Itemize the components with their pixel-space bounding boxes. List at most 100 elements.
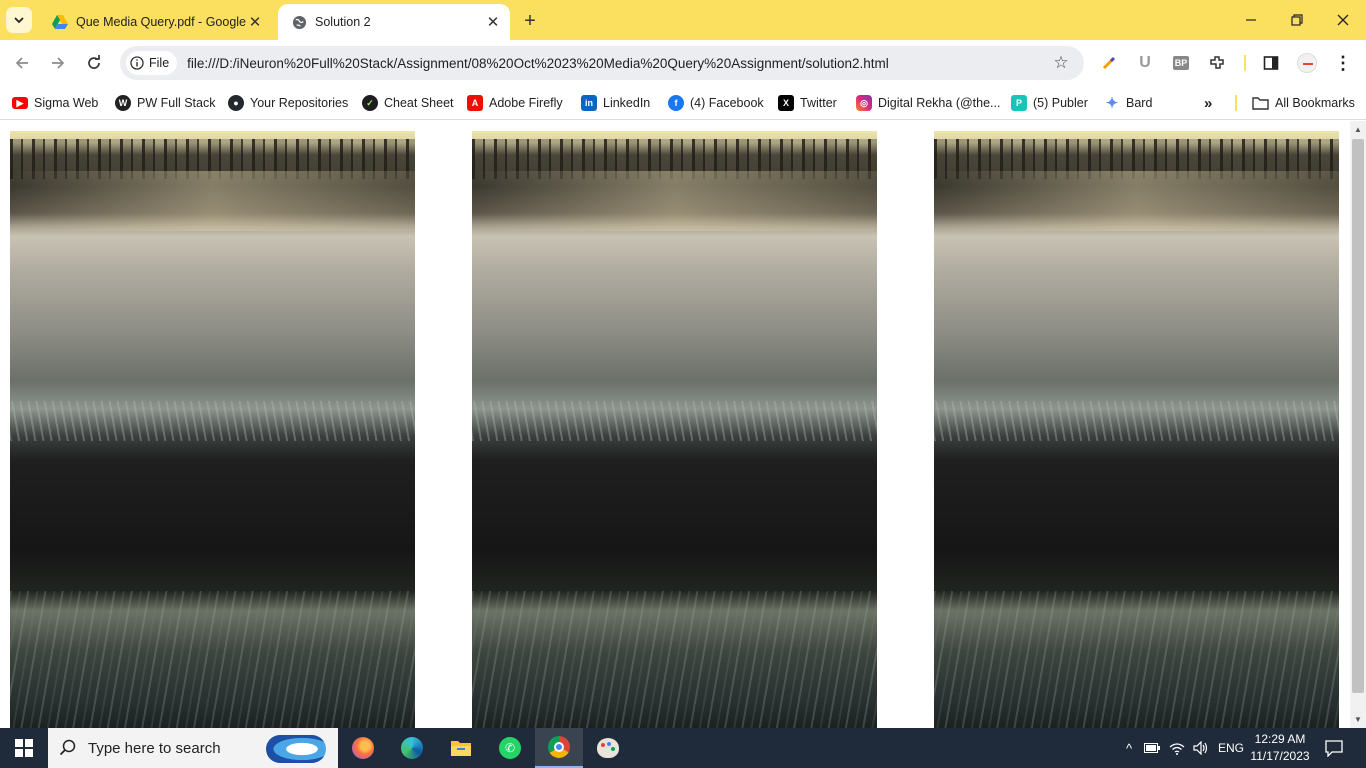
scroll-up-arrow-icon[interactable]: ▲ xyxy=(1350,121,1366,138)
volume-icon[interactable] xyxy=(1190,728,1212,768)
search-placeholder: Type here to search xyxy=(88,739,221,757)
taskbar-search-input[interactable]: Type here to search xyxy=(48,728,338,768)
bookmark-label: Twitter xyxy=(800,96,837,110)
bookmark-pw-full-stack[interactable]: W PW Full Stack xyxy=(115,92,216,114)
vertical-scrollbar[interactable]: ▲ ▼ xyxy=(1350,121,1366,728)
restore-icon xyxy=(1291,14,1303,26)
browser-toolbar: File file:///D:/iNeuron%20Full%20Stack/A… xyxy=(0,40,1366,86)
linkedin-icon: in xyxy=(581,95,597,111)
close-icon xyxy=(1337,14,1349,26)
whatsapp-icon[interactable]: ✆ xyxy=(486,728,534,768)
x-icon: X xyxy=(778,95,794,111)
chevron-down-icon xyxy=(14,17,24,24)
profile-avatar[interactable] xyxy=(1296,52,1318,74)
bookmark-label: (4) Facebook xyxy=(690,96,764,110)
restore-button[interactable] xyxy=(1274,0,1320,40)
bard-icon: ✦ xyxy=(1105,95,1119,112)
file-explorer-icon[interactable] xyxy=(437,728,485,768)
reload-button[interactable] xyxy=(80,49,108,77)
bookmark-adobe-firefly[interactable]: A Adobe Firefly xyxy=(467,92,563,114)
windows-taskbar: Type here to search ✆ ^ ENG 12:29 AM 11/… xyxy=(0,728,1366,768)
bookmark-cheat-sheet[interactable]: ✓ Cheat Sheet xyxy=(362,92,454,114)
wifi-icon[interactable] xyxy=(1166,728,1188,768)
bookmark-sigma-web[interactable]: ▶ Sigma Web xyxy=(12,92,98,114)
all-bookmarks-button[interactable]: All Bookmarks xyxy=(1252,92,1355,114)
bookmark-star-icon[interactable]: ☆ xyxy=(1046,53,1076,73)
tab-que-media-query[interactable]: Que Media Query.pdf - Google ✕ xyxy=(38,4,272,40)
publer-icon: P xyxy=(1011,95,1027,111)
frosty-field-image-1 xyxy=(10,131,415,728)
cheat-sheet-icon: ✓ xyxy=(362,95,378,111)
new-tab-button[interactable]: + xyxy=(518,9,542,33)
bookmark-label: Sigma Web xyxy=(34,96,99,110)
chrome-icon[interactable] xyxy=(535,728,583,768)
extensions-puzzle-icon[interactable] xyxy=(1206,52,1228,74)
bookmark-label: Digital Rekha (@the... xyxy=(878,96,1001,110)
bookmark-your-repositories[interactable]: ● Your Repositories xyxy=(228,92,348,114)
bookmark-digital-rekha[interactable]: ◎ Digital Rekha (@the... xyxy=(856,92,1000,114)
reload-icon xyxy=(88,55,100,69)
battery-icon[interactable] xyxy=(1142,728,1162,768)
site-info-chip[interactable]: File xyxy=(126,51,178,75)
search-highlight-icon xyxy=(266,735,326,763)
minimize-button[interactable] xyxy=(1228,0,1274,40)
url-text[interactable]: file:///D:/iNeuron%20Full%20Stack/Assign… xyxy=(187,56,1046,71)
tab-title: Solution 2 xyxy=(315,15,371,29)
instagram-icon: ◎ xyxy=(856,95,872,111)
google-drive-icon xyxy=(52,15,68,29)
tab-solution-2[interactable]: Solution 2 ✕ xyxy=(278,4,510,40)
pen-extension-icon[interactable] xyxy=(1098,52,1120,74)
system-clock[interactable]: 12:29 AM 11/17/2023 xyxy=(1250,731,1310,765)
bookmark-label: Cheat Sheet xyxy=(384,96,454,110)
close-window-button[interactable] xyxy=(1320,0,1366,40)
scrollbar-thumb[interactable] xyxy=(1352,139,1364,693)
site-chip-label: File xyxy=(149,56,170,70)
bookmark-bard[interactable]: ✦ Bard xyxy=(1104,92,1153,114)
github-icon: ● xyxy=(228,95,244,111)
all-bookmarks-label: All Bookmarks xyxy=(1275,96,1355,110)
start-button[interactable] xyxy=(0,728,48,768)
frosty-field-image-2 xyxy=(472,131,877,728)
more-bookmarks-chevron-icon[interactable]: » xyxy=(1204,92,1212,114)
tab-search-button[interactable] xyxy=(6,7,32,33)
bookmark-twitter[interactable]: X Twitter xyxy=(778,92,837,114)
bp-extension-icon[interactable]: BP xyxy=(1170,52,1192,74)
close-tab-icon[interactable]: ✕ xyxy=(484,13,502,31)
bookmark-label: Bard xyxy=(1126,96,1153,110)
u-extension-icon[interactable]: U xyxy=(1134,52,1156,74)
bookmark-label: Adobe Firefly xyxy=(489,96,563,110)
youtube-icon: ▶ xyxy=(12,97,28,109)
bookmark-publer[interactable]: P (5) Publer xyxy=(1011,92,1088,114)
notification-icon[interactable] xyxy=(1320,728,1348,768)
tab-strip: Que Media Query.pdf - Google ✕ Solution … xyxy=(0,0,1366,40)
facebook-icon: f xyxy=(668,95,684,111)
bookmarks-bar: ▶ Sigma Web W PW Full Stack ● Your Repos… xyxy=(0,86,1366,120)
page-content xyxy=(0,121,1350,728)
language-indicator[interactable]: ENG xyxy=(1214,728,1248,768)
back-button[interactable] xyxy=(8,49,36,77)
edge-icon[interactable] xyxy=(388,728,436,768)
info-icon xyxy=(130,56,144,70)
close-tab-icon[interactable]: ✕ xyxy=(246,13,264,31)
menu-kebab-icon[interactable]: ⋮ xyxy=(1332,52,1354,74)
arrow-left-icon xyxy=(15,57,28,69)
bookmark-label: LinkedIn xyxy=(603,96,651,110)
bookmark-label: Your Repositories xyxy=(250,96,349,110)
pw-icon: W xyxy=(115,95,131,111)
frosty-field-image-3 xyxy=(934,131,1339,728)
minimize-icon xyxy=(1246,19,1256,21)
bookmark-label: (5) Publer xyxy=(1033,96,1088,110)
arrow-right-icon xyxy=(52,57,65,69)
side-panel-icon[interactable] xyxy=(1260,52,1282,74)
scroll-down-arrow-icon[interactable]: ▼ xyxy=(1350,711,1366,728)
show-hidden-icons-chevron-icon[interactable]: ^ xyxy=(1120,728,1138,768)
bookmark-facebook[interactable]: f (4) Facebook xyxy=(668,92,764,114)
forward-button[interactable] xyxy=(44,49,72,77)
globe-icon xyxy=(292,15,307,29)
bookmark-linkedin[interactable]: in LinkedIn xyxy=(581,92,650,114)
address-bar[interactable]: File file:///D:/iNeuron%20Full%20Stack/A… xyxy=(120,46,1084,80)
bookmarks-divider xyxy=(1235,95,1237,111)
bookmark-label: PW Full Stack xyxy=(137,96,216,110)
paint-icon[interactable] xyxy=(584,728,632,768)
firefox-icon[interactable] xyxy=(339,728,387,768)
